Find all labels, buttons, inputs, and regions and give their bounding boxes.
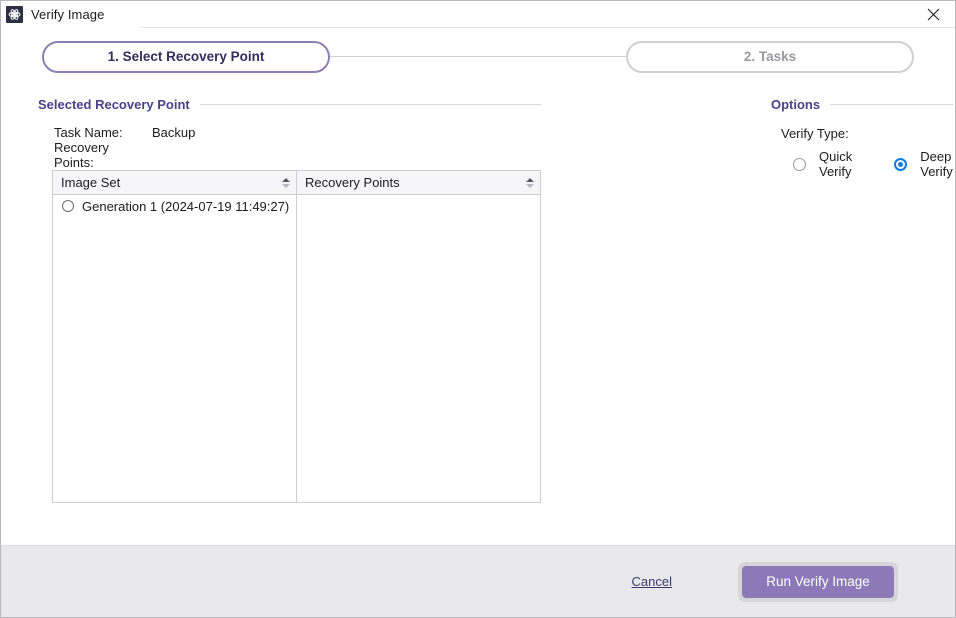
cancel-button[interactable]: Cancel (632, 574, 672, 589)
options-title: Options (771, 96, 821, 112)
recovery-points-row: Recovery Points: (54, 140, 541, 170)
run-verify-image-button[interactable]: Run Verify Image (742, 565, 894, 598)
header-rule (199, 103, 541, 105)
step-select-recovery-point[interactable]: 1. Select Recovery Point (42, 40, 330, 73)
verify-type-label: Verify Type: (781, 126, 849, 141)
image-set-table: Image Set Generation 1 (2024-07-19 11:49… (52, 170, 297, 503)
options-header: Options (771, 93, 953, 115)
recovery-points-table: Recovery Points (297, 170, 541, 503)
step-connector (330, 56, 626, 57)
radio-deep-verify-label: Deep Verify (920, 149, 953, 179)
run-verify-image-focus-ring: Run Verify Image (738, 561, 898, 602)
row-radio-icon[interactable] (62, 200, 74, 212)
selected-recovery-point-panel: Selected Recovery Point Task Name: Backu… (38, 85, 541, 545)
task-name-value: Backup (152, 125, 196, 140)
wizard-stepper: 1. Select Recovery Point 2. Tasks (1, 28, 955, 85)
dialog-body: Selected Recovery Point Task Name: Backu… (1, 85, 955, 545)
radio-icon-selected (894, 157, 908, 171)
recovery-points-column-header[interactable]: Recovery Points (297, 171, 540, 195)
header-rule (830, 103, 953, 105)
image-set-rows: Generation 1 (2024-07-19 11:49:27) (53, 195, 296, 502)
options-panel: Options Verify Type: Quick Verify Deep V… (541, 85, 953, 545)
image-set-header-label: Image Set (61, 175, 121, 190)
row-label: Generation 1 (2024-07-19 11:49:27) (82, 198, 290, 214)
recovery-points-label: Recovery Points: (54, 139, 109, 170)
table-row[interactable]: Generation 1 (2024-07-19 11:49:27) (53, 195, 296, 217)
dialog-footer: Cancel Run Verify Image (1, 545, 955, 617)
radio-quick-verify-label: Quick Verify (819, 149, 853, 179)
radio-deep-verify[interactable]: Deep Verify (894, 149, 953, 179)
recovery-points-rows (297, 195, 540, 502)
close-icon[interactable] (911, 1, 955, 27)
verify-type-radio-group: Quick Verify Deep Verify (793, 149, 953, 179)
recovery-point-tables: Image Set Generation 1 (2024-07-19 11:49… (52, 170, 541, 503)
step-1-label: 1. Select Recovery Point (107, 49, 265, 64)
image-set-column-header[interactable]: Image Set (53, 171, 296, 195)
task-name-label: Task Name: (54, 125, 123, 140)
radio-quick-verify[interactable]: Quick Verify (793, 149, 852, 179)
atom-icon (6, 6, 23, 23)
step-tasks[interactable]: 2. Tasks (626, 40, 914, 73)
step-2-label: 2. Tasks (743, 49, 797, 64)
recovery-points-header-label: Recovery Points (305, 175, 400, 190)
sort-icon[interactable] (525, 176, 534, 189)
selected-recovery-point-header: Selected Recovery Point (38, 93, 541, 115)
selected-recovery-point-title: Selected Recovery Point (38, 96, 190, 112)
title-bar: Verify Image (1, 1, 955, 28)
sort-icon[interactable] (281, 176, 290, 189)
window-title: Verify Image (31, 7, 105, 22)
radio-icon (793, 157, 806, 171)
verify-image-dialog: Verify Image 1. Select Recovery Point 2.… (0, 0, 956, 618)
